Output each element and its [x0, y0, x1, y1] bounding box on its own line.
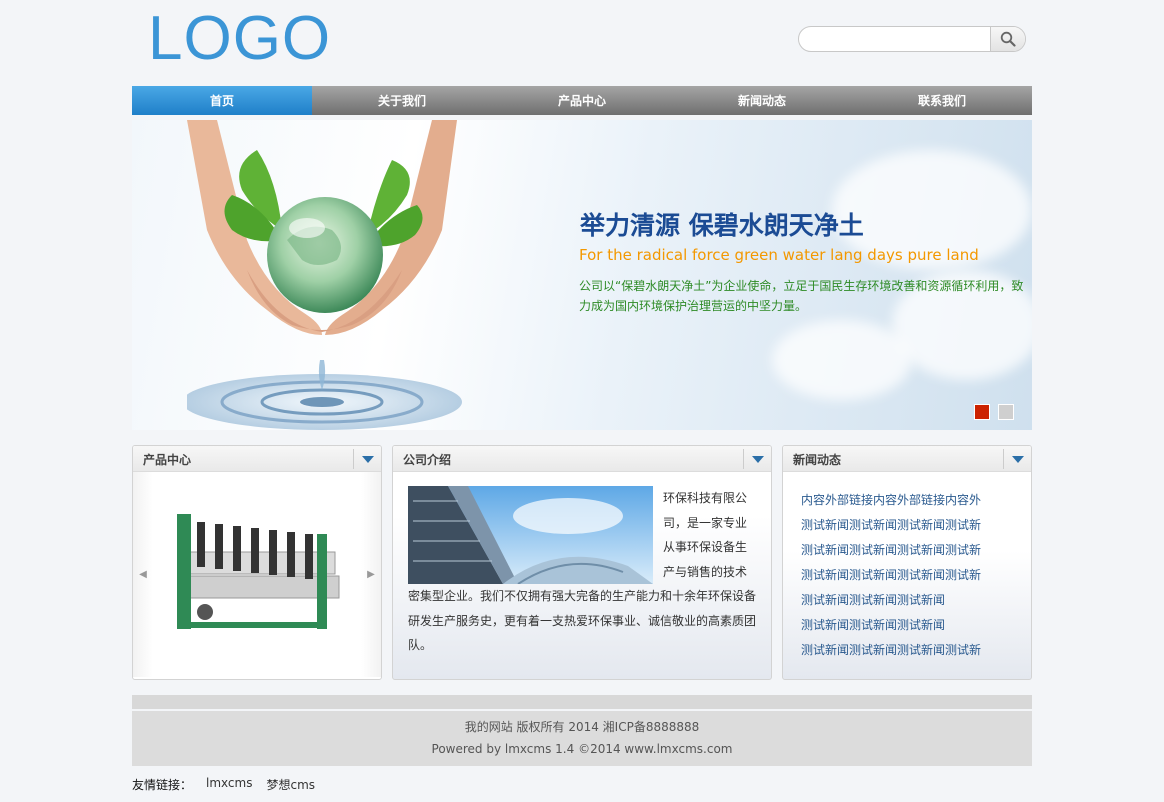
hands-globe-illustration [187, 120, 462, 430]
news-item[interactable]: 测试新闻测试新闻测试新闻 [801, 588, 981, 613]
friend-links: 友情链接： lmxcms 梦想cms [132, 776, 315, 793]
search-icon [1000, 31, 1016, 47]
panel-title: 产品中心 [143, 453, 192, 467]
panel-header: 公司介绍 [393, 446, 771, 472]
next-arrow[interactable]: ▶ [361, 472, 381, 677]
slide-indicators [974, 404, 1014, 420]
panel-title: 新闻动态 [793, 453, 842, 467]
news-item[interactable]: 测试新闻测试新闻测试新闻测试新 [801, 538, 981, 563]
main-nav: 首页 关于我们 产品中心 新闻动态 联系我们 [132, 86, 1032, 115]
chevron-down-icon [751, 455, 764, 463]
nav-item-home[interactable]: 首页 [132, 86, 312, 115]
panel-title: 公司介绍 [403, 453, 452, 467]
panel-header: 产品中心 [133, 446, 381, 472]
chevron-down-icon [1011, 455, 1024, 463]
nav-item-about[interactable]: 关于我们 [312, 86, 492, 115]
site-logo[interactable]: LOGO [148, 4, 331, 74]
footer: 我的网站 版权所有 2014 湘ICP备8888888 Powered by l… [132, 711, 1032, 766]
news-item[interactable]: 测试新闻测试新闻测试新闻 [801, 613, 981, 638]
prev-arrow[interactable]: ◀ [133, 472, 153, 677]
news-list: 内容外部链接内容外部链接内容外 测试新闻测试新闻测试新闻测试新 测试新闻测试新闻… [801, 488, 981, 663]
cloud-decoration [772, 320, 912, 400]
news-item[interactable]: 测试新闻测试新闻测试新闻测试新 [801, 638, 981, 663]
hero-banner[interactable]: 举力清源 保碧水朗天净土 For the radical force green… [132, 120, 1032, 430]
news-panel: 新闻动态 内容外部链接内容外部链接内容外 测试新闻测试新闻测试新闻测试新 测试新… [782, 445, 1032, 680]
footer-copyright: 我的网站 版权所有 2014 湘ICP备8888888 [464, 720, 700, 734]
about-text-wrap: 环保科技有限公司，是一家专业从事环保设备生产与销售的技术密集型企业。我们不仅拥有… [408, 486, 758, 658]
about-panel: 公司介绍 环保科技有限公司，是一家专业从事环保设备生产与销售的技术密集型企业。我… [392, 445, 772, 680]
footer-powered: Powered by lmxcms 1.4 ©2014 www.lmxcms.c… [431, 742, 733, 756]
search-box [798, 26, 1026, 52]
friend-link[interactable]: lmxcms [206, 776, 252, 793]
friend-link[interactable]: 梦想cms [266, 776, 315, 793]
banner-description: 公司以“保碧水朗天净土”为企业使命，立足于国民生存环境改善和资源循环利用，致力成… [579, 279, 1024, 313]
chevron-left-icon: ◀ [139, 569, 147, 580]
news-item[interactable]: 内容外部链接内容外部链接内容外 [801, 488, 981, 513]
slide-dot-1[interactable] [974, 404, 990, 420]
chevron-down-icon [361, 455, 374, 463]
news-item[interactable]: 测试新闻测试新闻测试新闻测试新 [801, 563, 981, 588]
product-image[interactable] [167, 494, 347, 644]
friend-links-label: 友情链接： [132, 778, 193, 792]
chevron-right-icon: ▶ [367, 569, 375, 580]
nav-item-news[interactable]: 新闻动态 [672, 86, 852, 115]
expand-button[interactable] [1003, 449, 1031, 469]
nav-item-products[interactable]: 产品中心 [492, 86, 672, 115]
search-button[interactable] [990, 27, 1025, 51]
panel-header: 新闻动态 [783, 446, 1031, 472]
banner-title: 举力清源 保碧水朗天净土 [580, 211, 864, 240]
expand-button[interactable] [353, 449, 381, 469]
nav-item-contact[interactable]: 联系我们 [852, 86, 1032, 115]
products-panel: 产品中心 ◀ ▶ [132, 445, 382, 680]
expand-button[interactable] [743, 449, 771, 469]
news-item[interactable]: 测试新闻测试新闻测试新闻测试新 [801, 513, 981, 538]
footer-divider [132, 695, 1032, 709]
banner-subtitle: For the radical force green water lang d… [579, 246, 979, 264]
slide-dot-2[interactable] [998, 404, 1014, 420]
search-input[interactable] [799, 27, 991, 51]
